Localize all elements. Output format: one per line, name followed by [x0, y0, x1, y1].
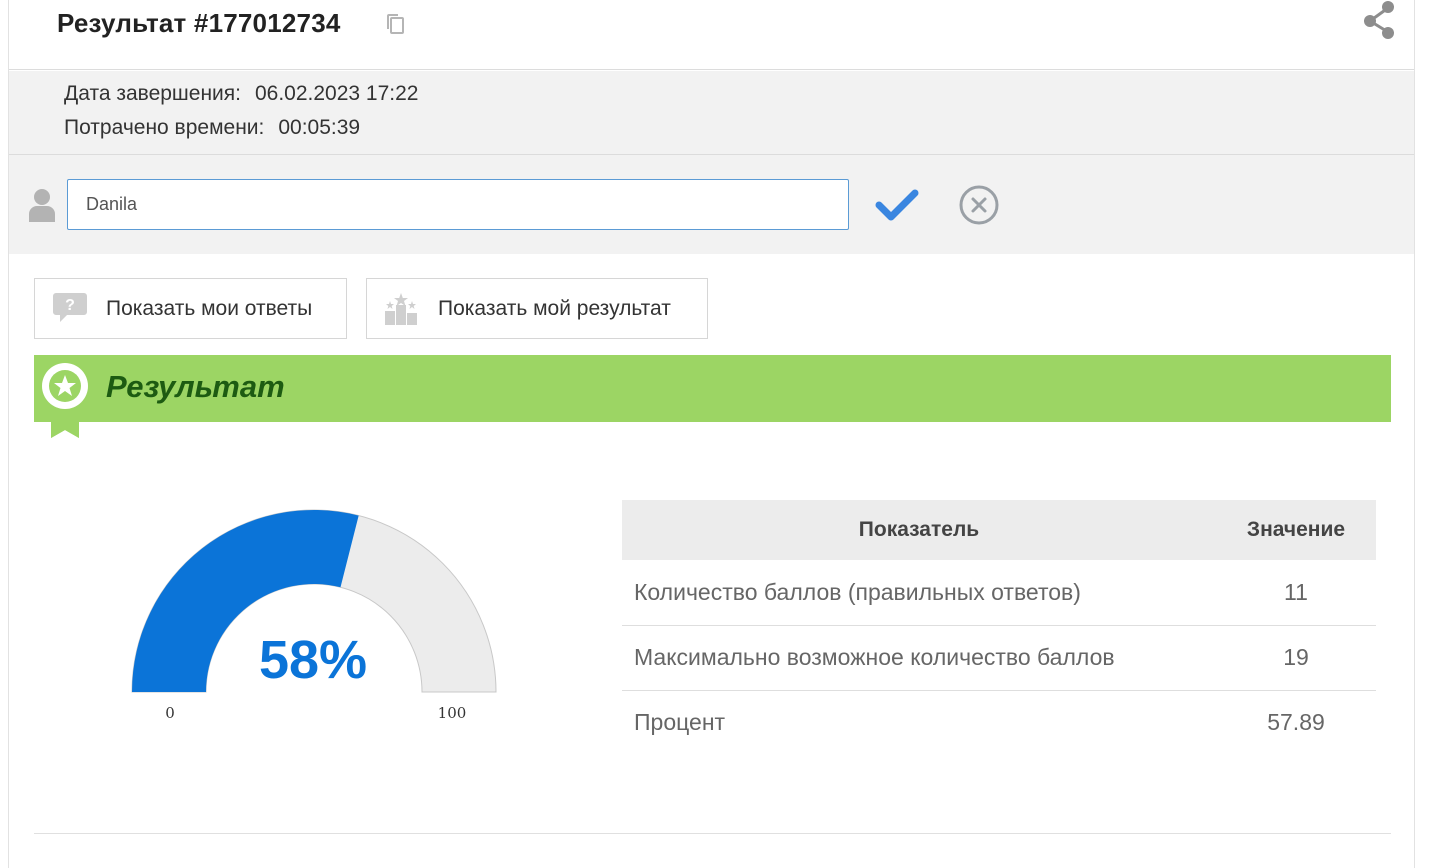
row-value: 11 — [1216, 560, 1376, 626]
gauge-min-label: 0 — [165, 704, 175, 722]
result-heading: Результат — [106, 369, 285, 404]
award-badge-icon — [42, 363, 88, 438]
table-header-row: Показатель Значение — [622, 500, 1376, 560]
name-bar — [9, 155, 1414, 254]
table-row: Количество баллов (правильных ответов) 1… — [622, 560, 1376, 626]
user-icon — [29, 189, 55, 222]
svg-text:?: ? — [65, 297, 75, 314]
row-label: Максимально возможное количество баллов — [622, 625, 1216, 691]
row-label: Процент — [634, 709, 726, 736]
show-answers-label: Показать мои ответы — [106, 297, 313, 320]
completion-date-label: Дата завершения: — [64, 82, 241, 105]
show-result-label: Показать мой результат — [438, 297, 671, 320]
podium-stars-icon — [385, 293, 417, 325]
cancel-circle-icon[interactable] — [957, 183, 1001, 227]
question-bubble-icon: ? — [53, 293, 87, 322]
row-value: 57.89 — [1267, 709, 1325, 736]
result-banner: Результат — [34, 355, 1391, 438]
gauge-percent: 58% — [259, 630, 367, 690]
name-input[interactable] — [67, 179, 849, 230]
show-result-button[interactable]: Показать мой результат — [366, 278, 708, 339]
score-gauge: 58% 0 100 — [131, 509, 497, 722]
bottom-divider — [34, 833, 1391, 834]
table-row: Максимально возможное количество баллов … — [622, 625, 1376, 691]
table-row: Процент 57.89 — [622, 690, 1376, 755]
copy-icon[interactable] — [384, 12, 406, 36]
time-spent: Потрачено времени: 00:05:39 — [64, 116, 360, 140]
column-header-value: Значение — [1216, 500, 1376, 560]
row-label: Количество баллов (правильных ответов) — [622, 560, 1216, 626]
completion-date-value: 06.02.2023 17:22 — [254, 82, 419, 105]
result-meta: Дата завершения: 06.02.2023 17:22 Потраче… — [9, 71, 1414, 155]
gauge-max-label: 100 — [438, 704, 467, 722]
row-value: 19 — [1216, 625, 1376, 691]
show-answers-button[interactable]: ? Показать мои ответы — [34, 278, 347, 339]
share-icon[interactable] — [1359, 0, 1399, 42]
page-gutter — [1415, 0, 1435, 868]
result-header: Результат #177012734 — [9, 0, 1414, 70]
result-card: Результат #177012734 Дата завершения: 06.… — [8, 0, 1415, 868]
completion-date: Дата завершения: 06.02.2023 17:22 — [64, 82, 418, 106]
time-spent-label: Потрачено времени: — [64, 116, 265, 139]
time-spent-value: 00:05:39 — [278, 116, 361, 139]
results-table: Показатель Значение Количество баллов (п… — [622, 500, 1376, 755]
page-title: Результат #177012734 — [57, 8, 341, 38]
confirm-check-icon[interactable] — [875, 185, 919, 225]
column-header-indicator: Показатель — [622, 500, 1216, 560]
